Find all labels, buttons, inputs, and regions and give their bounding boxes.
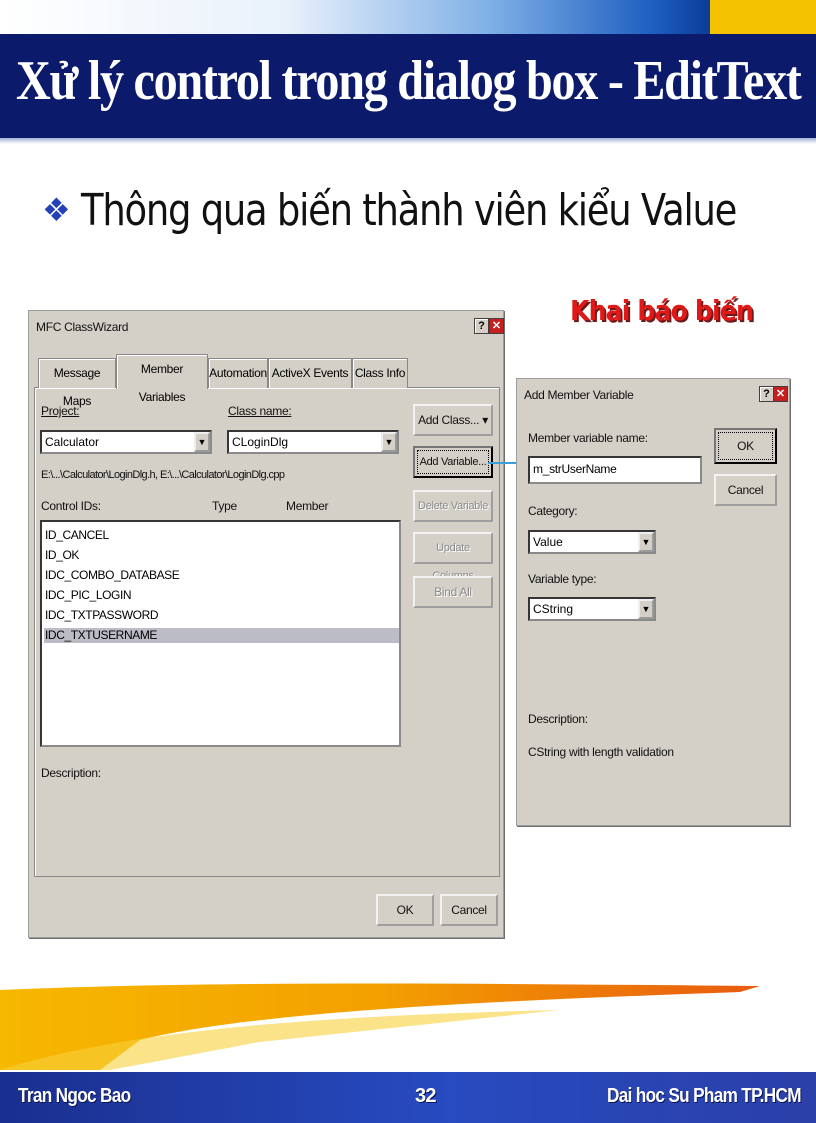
add-member-title: Add Member Variable (524, 388, 634, 402)
classwizard-cancel-button[interactable]: Cancel (440, 894, 498, 926)
classname-label: Class name: (228, 404, 292, 418)
classname-value: CLoginDlg (232, 435, 289, 449)
page-number: 32 (415, 1085, 436, 1107)
bullet-point: ❖ Thông qua biến thành viên kiểu Value (42, 184, 816, 236)
classwizard-ok-button[interactable]: OK (376, 894, 434, 926)
list-item[interactable]: IDC_PIC_LOGIN (44, 588, 397, 603)
tab-member-variables[interactable]: Member Variables (116, 354, 208, 404)
slide-title: Xử lý control trong dialog box - EditTex… (16, 50, 802, 112)
classwizard-tabs: Message Maps Member Variables Automation… (34, 354, 504, 408)
footer-school: Dai hoc Su Pham TP.HCM (607, 1085, 802, 1107)
variable-type-label: Variable type: (528, 572, 597, 586)
column-control-ids: Control IDs: (41, 499, 101, 513)
category-label: Category: (528, 504, 578, 518)
bullet-text: Thông qua biến thành viên kiểu Value (80, 184, 737, 236)
add-member-description-label: Description: (528, 712, 588, 726)
project-dropdown[interactable]: Calculator ▼ (40, 430, 212, 454)
header-decor-stripe (0, 0, 816, 34)
dropdown-arrow-icon[interactable]: ▼ (381, 432, 397, 452)
classwizard-description-label: Description: (41, 766, 101, 780)
help-icon[interactable]: ? (474, 318, 489, 334)
diamond-bullet-icon: ❖ (42, 192, 71, 228)
add-member-description-text: CString with length validation (528, 745, 674, 759)
close-icon[interactable]: ✕ (489, 318, 504, 334)
variable-type-value: CString (533, 602, 574, 616)
annotation-callout: Khai báo biến (570, 294, 754, 327)
tab-message-maps[interactable]: Message Maps (38, 358, 116, 408)
project-label: Project: (41, 404, 80, 418)
member-name-field[interactable]: m_strUserName (528, 456, 702, 484)
tab-automation[interactable]: Automation (208, 358, 268, 388)
member-name-label: Member variable name: (528, 431, 648, 445)
add-member-ok-button[interactable]: OK (714, 428, 777, 464)
close-icon[interactable]: ✕ (773, 386, 788, 402)
tab-class-info[interactable]: Class Info (352, 358, 408, 388)
tab-activex-events[interactable]: ActiveX Events (268, 358, 352, 388)
header-gold-block (710, 0, 816, 34)
file-path: E:\...\Calculator\LoginDlg.h, E:\...\Cal… (41, 469, 285, 481)
control-ids-list[interactable]: ID_CANCEL ID_OK IDC_COMBO_DATABASE IDC_P… (40, 520, 401, 747)
update-columns-button[interactable]: Update Columns (413, 532, 493, 582)
classwizard-title: MFC ClassWizard (36, 320, 129, 334)
delete-variable-button[interactable]: Delete Variable (413, 490, 493, 522)
column-member: Member (286, 499, 329, 513)
footer-author: Tran Ngoc Bao (18, 1085, 131, 1107)
column-type: Type (212, 499, 237, 513)
variable-type-dropdown[interactable]: CString ▼ (528, 597, 656, 621)
add-class-button[interactable]: Add Class... ▾ (413, 404, 493, 436)
project-value: Calculator (45, 435, 100, 449)
bind-all-button[interactable]: Bind All (413, 576, 493, 608)
list-item-selected[interactable]: IDC_TXTUSERNAME (44, 628, 399, 643)
list-item[interactable]: IDC_COMBO_DATABASE (44, 568, 397, 583)
category-dropdown[interactable]: Value ▼ (528, 530, 656, 554)
footer-swoosh (0, 983, 760, 1070)
title-divider (0, 138, 816, 144)
category-value: Value (533, 535, 563, 549)
add-member-cancel-button[interactable]: Cancel (714, 474, 777, 506)
list-item[interactable]: IDC_TXTPASSWORD (44, 608, 397, 623)
list-item[interactable]: ID_OK (44, 548, 397, 563)
list-item[interactable]: ID_CANCEL (44, 528, 397, 543)
dropdown-arrow-icon[interactable]: ▼ (638, 532, 654, 552)
add-variable-button[interactable]: Add Variable... (413, 446, 493, 478)
dropdown-arrow-icon[interactable]: ▼ (194, 432, 210, 452)
help-icon[interactable]: ? (759, 386, 774, 402)
dropdown-arrow-icon[interactable]: ▼ (638, 599, 654, 619)
classname-dropdown[interactable]: CLoginDlg ▼ (227, 430, 399, 454)
